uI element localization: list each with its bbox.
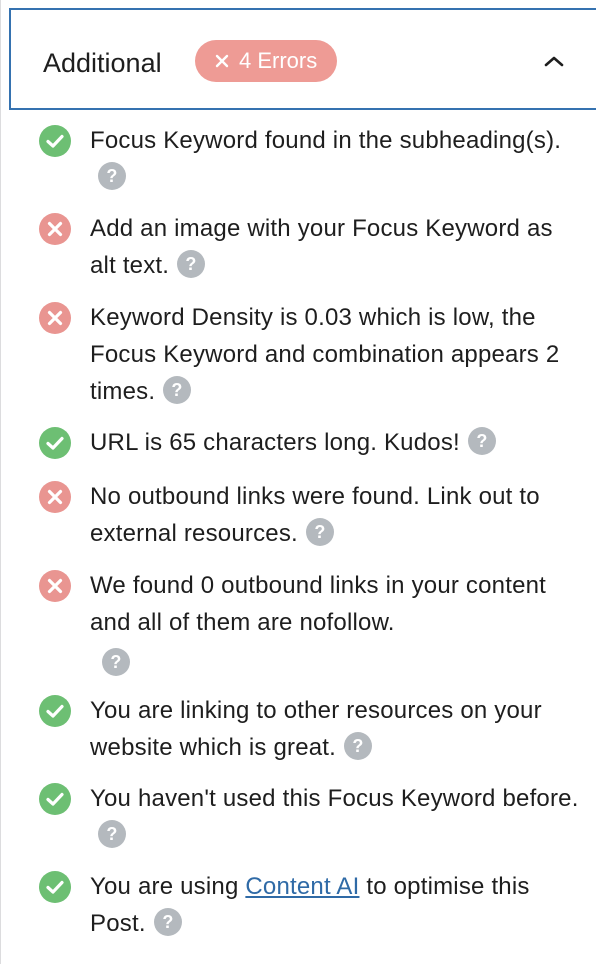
help-icon[interactable]: ? bbox=[153, 908, 182, 936]
help-icon[interactable]: ? bbox=[163, 376, 192, 404]
check-fail-icon bbox=[39, 302, 71, 334]
svg-text:?: ? bbox=[106, 824, 117, 844]
errors-badge-label: 4 Errors bbox=[239, 48, 318, 73]
svg-text:?: ? bbox=[106, 166, 117, 186]
check-fail-icon bbox=[39, 213, 71, 245]
check-text: You are linking to other resources on yo… bbox=[90, 697, 542, 761]
svg-text:?: ? bbox=[172, 380, 183, 400]
check-text: Focus Keyword found in the subheading(s)… bbox=[90, 122, 580, 196]
svg-text:?: ? bbox=[110, 652, 121, 672]
help-icon[interactable]: ? bbox=[177, 250, 206, 278]
collapse-toggle-button[interactable] bbox=[539, 48, 569, 74]
check-fail-icon bbox=[39, 570, 71, 602]
help-icon[interactable]: ? bbox=[102, 648, 130, 676]
svg-text:?: ? bbox=[186, 254, 197, 274]
check-text: You haven't used this Focus Keyword befo… bbox=[90, 780, 580, 854]
check-fail-icon bbox=[39, 481, 71, 513]
check-pass-icon bbox=[39, 427, 71, 459]
svg-text:?: ? bbox=[162, 912, 173, 932]
help-icon[interactable]: ? bbox=[98, 820, 126, 848]
panel-title: Additional bbox=[43, 48, 162, 78]
svg-text:?: ? bbox=[476, 431, 487, 451]
svg-text:?: ? bbox=[314, 522, 325, 542]
check-pass-icon bbox=[39, 125, 71, 157]
check-text: Keyword Density is 0.03 which is low, th… bbox=[90, 304, 560, 405]
check-text: You are using Content AI to optimise thi… bbox=[90, 873, 530, 937]
svg-text:?: ? bbox=[352, 736, 363, 756]
chevron-up-icon bbox=[544, 56, 564, 67]
check-text: No outbound links were found. Link out t… bbox=[90, 483, 540, 547]
close-icon bbox=[215, 54, 229, 68]
additional-seo-panel: Additional 4 Errors Focus Keyword found … bbox=[0, 0, 596, 964]
check-pass-icon bbox=[39, 695, 71, 727]
check-text: We found 0 outbound links in your conten… bbox=[90, 567, 580, 682]
check-pass-icon bbox=[39, 783, 71, 815]
help-icon[interactable]: ? bbox=[467, 427, 496, 455]
check-text: URL is 65 characters long. Kudos!? bbox=[90, 424, 580, 461]
help-icon[interactable]: ? bbox=[344, 732, 373, 760]
check-pass-icon bbox=[39, 871, 71, 903]
panel-header[interactable]: Additional 4 Errors bbox=[9, 8, 596, 110]
help-icon[interactable]: ? bbox=[98, 162, 126, 190]
content-ai-link[interactable]: Content AI bbox=[245, 873, 359, 900]
errors-badge: 4 Errors bbox=[195, 40, 338, 82]
help-icon[interactable]: ? bbox=[305, 518, 334, 546]
check-text: Add an image with your Focus Keyword as … bbox=[90, 215, 553, 279]
